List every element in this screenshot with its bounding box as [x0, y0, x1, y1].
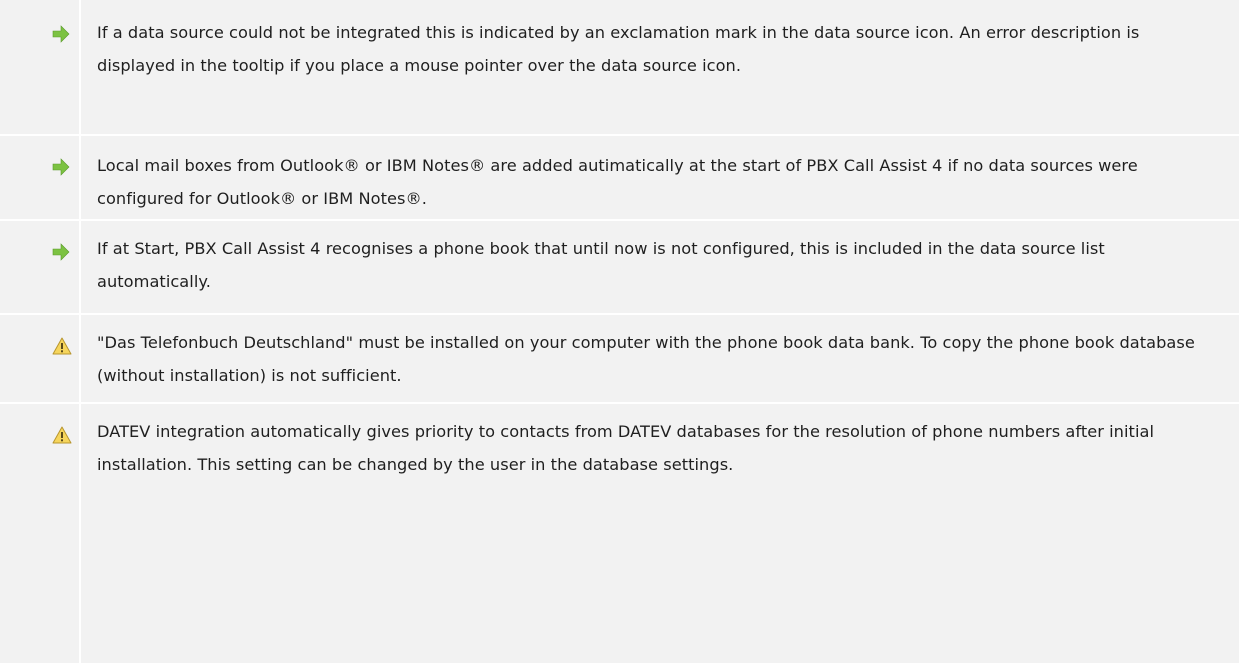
warning-row: "Das Telefonbuch Deutschland" must be in… — [0, 315, 1239, 402]
note-text: If at Start, PBX Call Assist 4 recognise… — [97, 239, 1105, 291]
note-text: "Das Telefonbuch Deutschland" must be in… — [97, 333, 1195, 385]
note-text: Local mail boxes from Outlook® or IBM No… — [97, 156, 1138, 208]
arrow-right-icon — [52, 25, 70, 43]
note-row: Local mail boxes from Outlook® or IBM No… — [0, 136, 1239, 219]
note-text: If a data source could not be integrated… — [97, 23, 1140, 75]
note-row: If a data source could not be integrated… — [0, 0, 1239, 134]
warning-icon — [52, 426, 72, 444]
warning-row: DATEV integration automatically gives pr… — [0, 404, 1239, 663]
warning-icon — [52, 337, 72, 355]
note-row: If at Start, PBX Call Assist 4 recognise… — [0, 221, 1239, 313]
note-text: DATEV integration automatically gives pr… — [97, 422, 1155, 474]
arrow-right-icon — [52, 158, 70, 176]
arrow-right-icon — [52, 243, 70, 261]
